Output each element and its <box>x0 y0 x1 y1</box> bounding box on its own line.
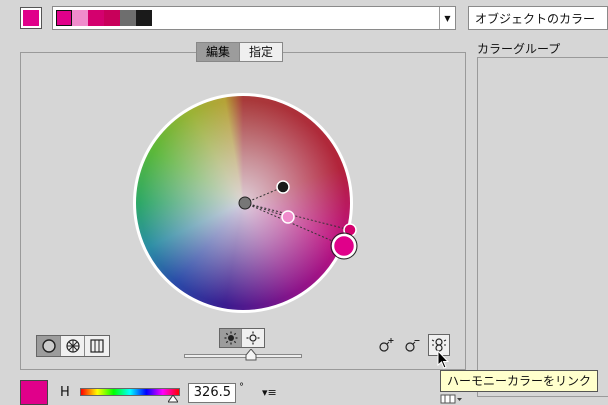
color-group-panel[interactable] <box>477 57 608 397</box>
hue-label: H <box>60 385 70 400</box>
brightness-slider-track[interactable] <box>184 354 302 358</box>
brightness-button[interactable] <box>220 329 242 347</box>
tab-assign[interactable]: 指定 <box>240 42 284 62</box>
object-color-select-value: オブジェクトのカラー <box>475 12 596 26</box>
link-harmony-tooltip: ハーモニーカラーをリンク <box>440 370 598 392</box>
slider-menu-icon[interactable]: ▾≡ <box>262 386 277 399</box>
smooth-wheel-button[interactable] <box>37 336 61 356</box>
segmented-wheel-button[interactable] <box>61 336 85 356</box>
object-color-select[interactable]: オブジェクトのカラー <box>468 6 608 30</box>
smooth-wheel-icon <box>41 339 56 353</box>
harmony-swatch <box>88 10 104 26</box>
hue-unit: ° <box>239 382 244 393</box>
hue-slider[interactable] <box>80 388 180 396</box>
panel-tabs: 編集 指定 <box>196 42 284 62</box>
remove-color-marker-icon <box>405 340 420 352</box>
hue-value-input[interactable]: 326.5 <box>188 383 236 403</box>
color-wheel[interactable] <box>133 93 353 313</box>
harmony-swatch <box>104 10 120 26</box>
harmony-swatch <box>120 10 136 26</box>
mouse-cursor-icon <box>437 350 450 369</box>
sun-icon <box>224 331 237 345</box>
brightness-slider-thumb[interactable] <box>245 349 257 361</box>
brightness-saturation-toggle <box>219 328 265 348</box>
harmony-swatch <box>56 10 72 26</box>
sun-outline-icon <box>246 331 260 345</box>
hue-slider-thumb[interactable] <box>168 395 178 403</box>
harmony-swatch-strip <box>56 10 152 26</box>
harmony-swatch <box>136 10 152 26</box>
add-color-marker-button[interactable] <box>376 335 396 355</box>
view-options-icon[interactable] <box>440 394 464 405</box>
fill-color-swatch[interactable] <box>20 380 48 405</box>
segmented-wheel-icon <box>65 339 80 353</box>
add-color-marker-icon <box>379 338 394 352</box>
wheel-mode-group <box>36 335 110 357</box>
harmony-rules-dropdown[interactable]: ▼ <box>52 6 456 30</box>
tab-edit[interactable]: 編集 <box>196 42 241 62</box>
color-bars-icon <box>90 339 104 353</box>
current-color-swatch[interactable] <box>20 7 42 29</box>
color-group-label: カラーグループ <box>477 42 561 56</box>
current-color-fill <box>23 10 39 26</box>
color-bars-button[interactable] <box>85 336 109 356</box>
saturation-button[interactable] <box>242 329 264 347</box>
dropdown-arrow-icon[interactable]: ▼ <box>439 7 455 29</box>
harmony-swatch <box>72 10 88 26</box>
remove-color-marker-button[interactable] <box>402 335 422 355</box>
